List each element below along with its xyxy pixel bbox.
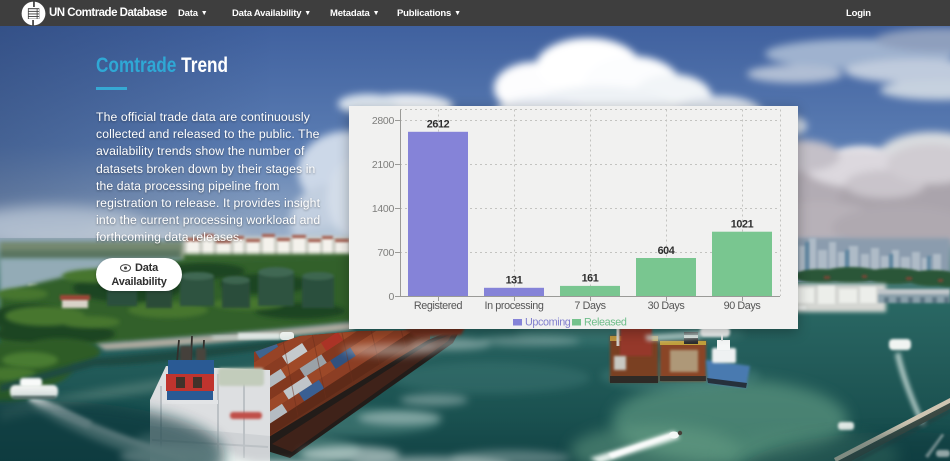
svg-text:Released: Released [584,317,627,329]
svg-text:30 Days: 30 Days [648,300,686,312]
svg-text:604: 604 [658,245,675,257]
svg-text:Upcoming: Upcoming [525,317,571,329]
svg-text:Registered: Registered [414,300,463,312]
svg-text:2612: 2612 [427,119,450,131]
svg-text:7 Days: 7 Days [574,300,606,312]
svg-text:131: 131 [506,275,523,287]
svg-text:2800: 2800 [372,115,395,127]
svg-text:90 Days: 90 Days [724,300,762,312]
svg-text:In processing: In processing [484,300,543,312]
svg-text:0: 0 [388,291,394,303]
svg-text:1400: 1400 [372,203,395,215]
svg-text:1021: 1021 [731,219,754,231]
svg-text:2100: 2100 [372,159,395,171]
svg-text:161: 161 [582,273,599,285]
svg-text:700: 700 [377,247,394,259]
